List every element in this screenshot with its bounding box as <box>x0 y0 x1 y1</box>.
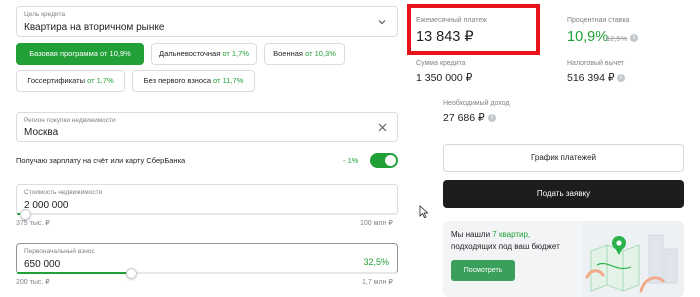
required-income-value: 27 686 ₽ <box>443 112 485 124</box>
monthly-payment-value: 13 843 ₽ <box>416 29 474 45</box>
monthly-payment-label: Ежемесячный платеж <box>416 17 487 24</box>
slider-track <box>17 213 397 215</box>
program-chip-rate: от 10,3% <box>305 49 336 58</box>
credit-amount-value: 1 350 000 ₽ <box>416 72 473 84</box>
credit-goal-label: Цель кредита <box>24 11 66 18</box>
down-payment-percent: 32,5% <box>363 257 389 267</box>
property-cost-label: Стоимость недвижимости <box>24 189 103 196</box>
info-icon[interactable]: i <box>617 74 625 82</box>
salary-toggle[interactable] <box>370 153 398 168</box>
apartments-promo-card: Мы нашли 7 квартир, подходящих под ваш б… <box>443 221 684 297</box>
program-chip-name: Госсертификаты <box>27 76 85 85</box>
program-chip-base[interactable]: Базовая программа от 10,9% <box>16 43 144 65</box>
info-icon[interactable]: i <box>630 34 638 42</box>
program-chip-name: Дальневосточная <box>158 49 221 58</box>
interest-rate-label: Процентная ставка <box>567 17 630 24</box>
property-cost-value: 2 000 000 <box>24 200 69 211</box>
property-cost-max: 100 млн ₽ <box>360 220 393 227</box>
program-chip-military[interactable]: Военная от 10,3% <box>264 43 345 65</box>
down-payment-max: 1,7 млн ₽ <box>362 279 393 286</box>
program-chip-rate: от 1,7% <box>222 49 250 58</box>
required-income-label: Необходимый доход <box>443 100 510 107</box>
down-payment-field[interactable]: Первоначальный взнос 650 000 32,5% <box>16 243 398 279</box>
promo-headline: Мы нашли 7 квартир, <box>451 230 530 239</box>
program-chip-rate: от 1,7% <box>87 76 114 85</box>
region-label: Регион покупки недвижимости <box>24 117 116 124</box>
region-value: Москва <box>24 127 59 138</box>
close-icon[interactable] <box>377 122 388 133</box>
program-chip-state-certificates[interactable]: Госсертификаты от 1,7% <box>16 70 125 92</box>
submit-application-button[interactable]: Подать заявку <box>443 180 684 208</box>
region-input[interactable]: Регион покупки недвижимости Москва <box>16 112 398 142</box>
credit-goal-select[interactable]: Цель кредита Квартира на вторичном рынке <box>16 6 398 37</box>
down-payment-min: 200 тыс. ₽ <box>16 279 50 286</box>
salary-option-label: Получаю зарплату на счёт или карту СберБ… <box>16 156 186 165</box>
program-chip-far-east[interactable]: Дальневосточная от 1,7% <box>151 43 257 65</box>
property-cost-min: 375 тыс. ₽ <box>16 220 50 227</box>
program-chip-rate: от 11,7% <box>213 76 244 85</box>
info-icon[interactable]: i <box>488 114 496 122</box>
property-cost-field[interactable]: Стоимость недвижимости 2 000 000 <box>16 184 398 220</box>
program-chip-name: Военная <box>273 49 303 58</box>
payment-schedule-button[interactable]: График платежей <box>443 144 684 172</box>
slider-fill <box>17 272 131 274</box>
view-apartments-button[interactable]: Посмотреть <box>451 260 515 281</box>
tax-deduction-value: 516 394 ₽ <box>567 72 615 84</box>
program-chip-no-down-payment[interactable]: Без первого взноса от 11,7% <box>132 70 255 92</box>
down-payment-label: Первоначальный взнос <box>24 248 95 255</box>
promo-headline-prefix: Мы нашли <box>451 230 491 239</box>
interest-rate-value: 10,9% <box>567 29 609 45</box>
program-chip-name: Без первого взноса <box>143 76 211 85</box>
promo-subline: подходящих под ваш бюджет <box>451 242 560 251</box>
chevron-down-icon[interactable] <box>377 17 387 27</box>
tax-deduction-label: Налоговый вычет <box>567 60 625 67</box>
interest-rate-old: 12,5% <box>606 34 628 43</box>
down-payment-value: 650 000 <box>24 259 61 270</box>
toggle-knob <box>385 155 396 166</box>
map-illustration-icon <box>583 221 684 297</box>
credit-amount-label: Сумма кредита <box>416 60 466 67</box>
program-chip-rate: 10,9% <box>109 49 131 58</box>
credit-goal-value: Квартира на вторичном рынке <box>24 22 165 33</box>
down-payment-slider-handle[interactable] <box>126 268 137 279</box>
mouse-cursor-icon <box>419 205 429 219</box>
salary-discount: - 1% <box>343 156 359 165</box>
program-chip-name: Базовая программа от <box>29 49 108 58</box>
promo-headline-count: 7 квартир, <box>492 230 531 239</box>
